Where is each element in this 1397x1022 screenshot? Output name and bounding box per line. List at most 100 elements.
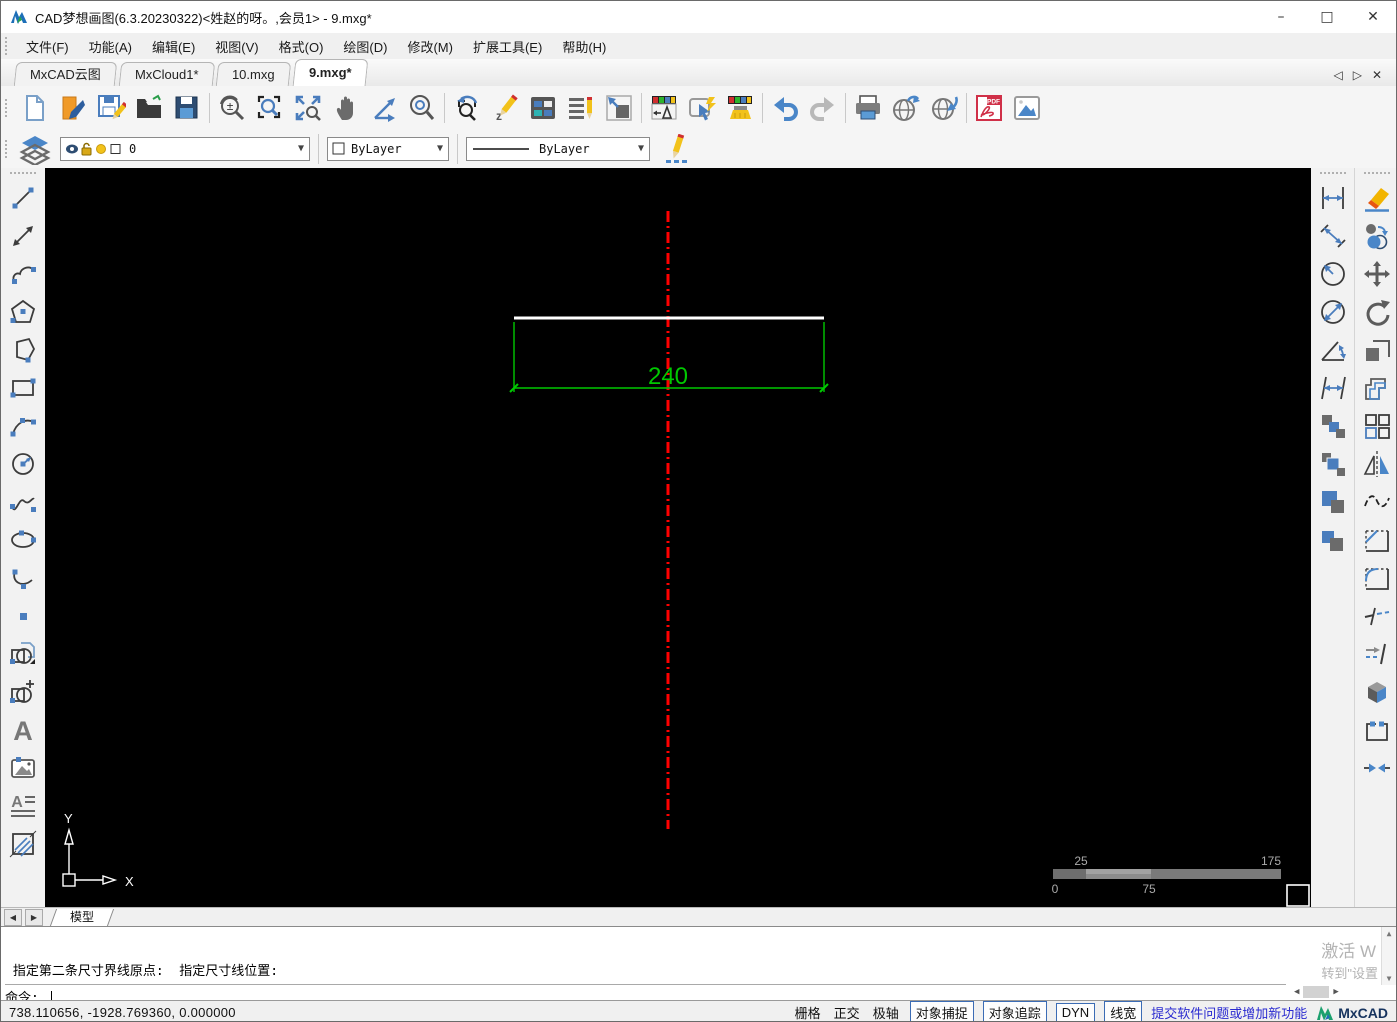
tab-scroll-right-icon[interactable]: ▷ — [1353, 68, 1362, 82]
circle-button[interactable] — [4, 445, 42, 483]
layer-combo-chevron-icon[interactable]: ▼ — [293, 138, 309, 160]
pan-button[interactable] — [327, 89, 365, 127]
multiline-text-button[interactable]: A — [4, 787, 42, 825]
scroll-up-icon[interactable]: ▲ — [1387, 929, 1392, 938]
dim-diameter-button[interactable] — [1314, 293, 1352, 331]
format-painter-button[interactable] — [721, 89, 759, 127]
publish-web-button[interactable] — [887, 89, 925, 127]
export-pdf-button[interactable]: PDF — [970, 89, 1008, 127]
dim-rotated-button[interactable] — [1314, 369, 1352, 407]
new-file-button[interactable] — [16, 89, 54, 127]
linetype-manager-button[interactable] — [562, 89, 600, 127]
construction-line-button[interactable] — [4, 217, 42, 255]
redo-button[interactable] — [804, 89, 842, 127]
fillet-button[interactable] — [1358, 559, 1396, 597]
zoom-window-button[interactable] — [251, 89, 289, 127]
model-tab[interactable]: 模型 — [50, 909, 114, 926]
overlap-squares-4-button[interactable] — [1314, 521, 1352, 559]
draw-settings-button[interactable] — [658, 130, 696, 168]
menu-view[interactable]: 视图(V) — [205, 34, 268, 59]
zoom-extents-button[interactable] — [289, 89, 327, 127]
extend-button[interactable] — [1358, 635, 1396, 673]
rectangle-button[interactable] — [4, 369, 42, 407]
open-folder-button[interactable] — [130, 89, 168, 127]
explode-button[interactable] — [1358, 673, 1396, 711]
drawing-canvas[interactable]: 240 Y X 25 — [45, 168, 1311, 907]
raster-image-button[interactable] — [4, 749, 42, 787]
toggle-osnap[interactable]: 对象捕捉 — [910, 1001, 974, 1022]
menu-modify[interactable]: 修改(M) — [397, 34, 463, 59]
tab-10mxg[interactable]: 10.mxg — [216, 62, 291, 86]
color-palette-button[interactable] — [524, 89, 562, 127]
tab-mxcloud1[interactable]: MxCloud1* — [119, 62, 215, 86]
menu-file[interactable]: 文件(F) — [16, 34, 79, 59]
open-drawing-button[interactable] — [54, 89, 92, 127]
open-web-button[interactable] — [925, 89, 963, 127]
minimize-button[interactable]: – — [1258, 1, 1304, 33]
command-vertical-scrollbar[interactable]: ▲ ▼ — [1381, 927, 1396, 985]
command-window[interactable]: 指定第二条尺寸界线原点: 指定尺寸线位置: 命令: Mx_DrawOrderTo… — [1, 926, 1396, 1001]
dim-radius-button[interactable] — [1314, 255, 1352, 293]
copy-button[interactable] — [1358, 217, 1396, 255]
menu-express-tools[interactable]: 扩展工具(E) — [463, 34, 552, 59]
resize-view-button[interactable] — [600, 89, 638, 127]
color-combo-chevron-icon[interactable]: ▼ — [432, 138, 448, 160]
polyline-button[interactable] — [4, 331, 42, 369]
scroll-left-icon[interactable]: ◀ — [1294, 987, 1299, 997]
break-button[interactable] — [1358, 711, 1396, 749]
polygon-button[interactable] — [4, 293, 42, 331]
save-as-button[interactable] — [168, 89, 206, 127]
tab-close-icon[interactable]: ✕ — [1372, 68, 1382, 82]
color-combobox[interactable]: ByLayer ▼ — [327, 137, 449, 161]
redraw-pencil-button[interactable]: z — [486, 89, 524, 127]
menu-draw[interactable]: 绘图(D) — [333, 34, 397, 59]
scroll-right-icon[interactable]: ▶ — [1333, 987, 1338, 997]
spline-edit-button[interactable] — [1358, 483, 1396, 521]
scale-button[interactable] — [1358, 331, 1396, 369]
menu-help[interactable]: 帮助(H) — [552, 34, 616, 59]
toggle-otrack[interactable]: 对象追踪 — [983, 1001, 1047, 1022]
arc-button[interactable] — [4, 255, 42, 293]
overlap-squares-1-button[interactable] — [1314, 407, 1352, 445]
offset-button[interactable] — [1358, 369, 1396, 407]
trim-button[interactable] — [1358, 597, 1396, 635]
toggle-lineweight[interactable]: 线宽 — [1104, 1001, 1142, 1022]
move-button[interactable] — [1358, 255, 1396, 293]
feedback-link[interactable]: 提交软件问题或增加新功能 — [1151, 1003, 1307, 1022]
tab-mxcad-cloud[interactable]: MxCAD云图 — [14, 62, 117, 86]
toggle-dyn[interactable]: DYN — [1056, 1003, 1095, 1022]
dim-angular-button[interactable] — [1314, 331, 1352, 369]
dim-linear-button[interactable] — [1314, 179, 1352, 217]
previous-view-button[interactable] — [448, 89, 486, 127]
menu-format[interactable]: 格式(O) — [269, 34, 334, 59]
command-horizontal-scrollbar[interactable]: ◀ ▶ — [1294, 985, 1380, 999]
dim-aligned-button[interactable] — [1314, 217, 1352, 255]
line-button[interactable] — [4, 179, 42, 217]
hatch-button[interactable] — [4, 825, 42, 863]
zoom-center-button[interactable] — [403, 89, 441, 127]
export-image-button[interactable] — [1008, 89, 1046, 127]
model-scroll-left-button[interactable]: ◀ — [4, 909, 22, 926]
scrollbar-thumb[interactable] — [1303, 986, 1329, 998]
menu-edit[interactable]: 编辑(E) — [142, 34, 205, 59]
toggle-ortho[interactable]: 正交 — [832, 1002, 862, 1022]
linetype-combobox[interactable]: ByLayer ▼ — [466, 137, 650, 161]
mirror-button[interactable] — [1358, 445, 1396, 483]
zoom-dynamic-button[interactable]: ± — [213, 89, 251, 127]
toggle-grid[interactable]: 栅格 — [793, 1002, 823, 1022]
ellipse-arc-button[interactable] — [4, 559, 42, 597]
close-button[interactable]: ✕ — [1350, 1, 1396, 33]
text-button[interactable]: A — [4, 711, 42, 749]
arc-3point-button[interactable] — [4, 407, 42, 445]
linetype-combo-chevron-icon[interactable]: ▼ — [633, 138, 649, 160]
layer-combobox[interactable]: 0 ▼ — [60, 137, 310, 161]
array-button[interactable] — [1358, 407, 1396, 445]
rotate-button[interactable] — [1358, 293, 1396, 331]
point-button[interactable] — [4, 597, 42, 635]
model-scroll-right-button[interactable]: ▶ — [25, 909, 43, 926]
spline-button[interactable] — [4, 483, 42, 521]
layers-button[interactable] — [16, 130, 54, 168]
overlap-squares-2-button[interactable] — [1314, 445, 1352, 483]
print-button[interactable] — [849, 89, 887, 127]
layer-manager-button[interactable] — [645, 89, 683, 127]
